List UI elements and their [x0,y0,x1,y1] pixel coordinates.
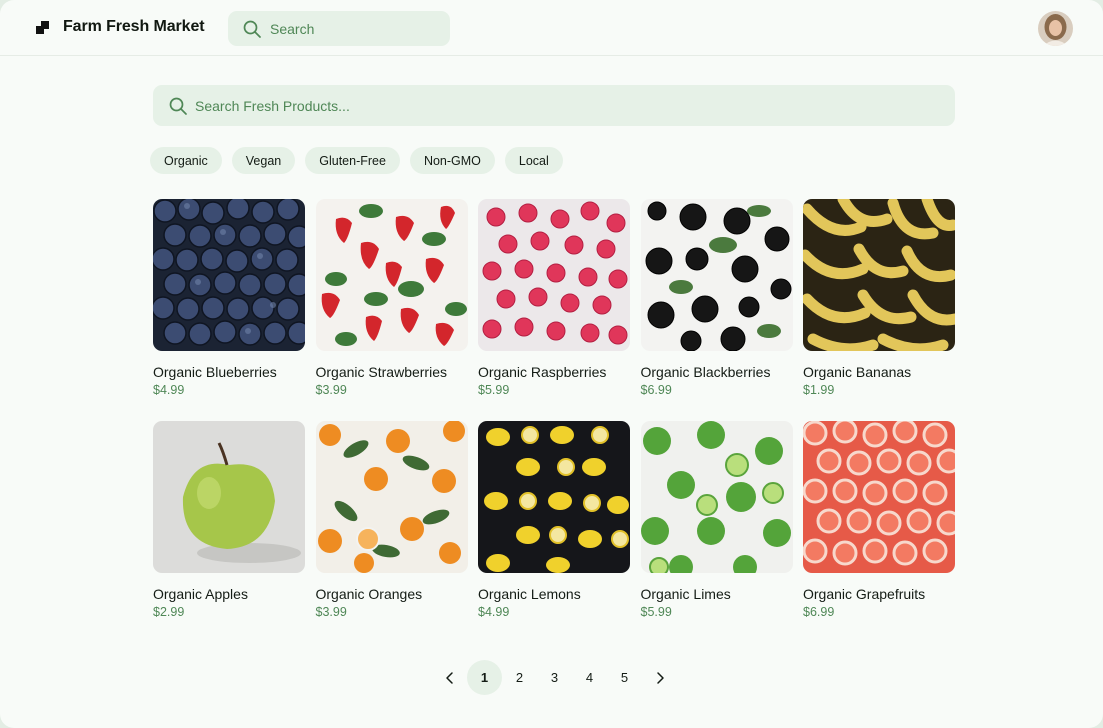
product-price: $6.99 [803,605,835,619]
product-image-raspberries [478,199,630,351]
product-card-limes[interactable]: Organic Limes $5.99 [640,421,793,619]
header-search-input[interactable]: Search [228,11,450,46]
product-image-blackberries [640,199,793,351]
product-name: Organic Bananas [803,364,912,380]
product-price: $3.99 [315,383,347,397]
next-page-button[interactable] [642,660,677,695]
product-name: Organic Limes [640,586,731,602]
product-card-grapefruits[interactable]: Organic Grapefruits $6.99 [803,421,955,619]
product-card-lemons[interactable]: Organic Lemons $4.99 [478,421,630,619]
page-button-5[interactable]: 5 [607,660,642,695]
filter-chip-gluten-free[interactable]: Gluten-Free [305,147,400,174]
page-button-1[interactable]: 1 [467,660,502,695]
logo-icon [36,21,49,34]
filter-chips: Organic Vegan Gluten-Free Non-GMO Local [150,147,563,174]
product-price: $4.99 [153,383,185,397]
page-button-2[interactable]: 2 [502,660,537,695]
product-name: Organic Oranges [315,586,423,602]
product-card-strawberries[interactable]: Organic Strawberries $3.99 [315,199,468,397]
chevron-right-icon [656,671,664,684]
product-card-oranges[interactable]: Organic Oranges $3.99 [315,421,468,619]
filter-chip-organic[interactable]: Organic [150,147,222,174]
search-icon [243,20,261,38]
product-image-blueberries [153,199,305,351]
product-card-blackberries[interactable]: Organic Blackberries $6.99 [640,199,793,397]
pagination: 1 2 3 4 5 [432,660,677,695]
product-price: $6.99 [640,383,672,397]
product-card-blueberries[interactable]: Organic Blueberries $4.99 [153,199,305,397]
page-button-4[interactable]: 4 [572,660,607,695]
filter-chip-non-gmo[interactable]: Non-GMO [409,147,495,174]
product-price: $4.99 [478,605,510,619]
product-image-grapefruits [803,421,955,573]
product-price: $1.99 [803,383,835,397]
product-image-lemons [478,421,630,573]
product-image-strawberries [315,199,468,351]
product-image-oranges [315,421,468,573]
header-search-placeholder: Search [270,20,315,37]
product-card-bananas[interactable]: Organic Bananas $1.99 [803,199,955,397]
search-icon [169,97,187,115]
product-price: $3.99 [315,605,347,619]
product-name: Organic Raspberries [478,364,607,380]
product-name: Organic Grapefruits [803,586,926,602]
app-title: Farm Fresh Market [63,18,205,35]
product-name: Organic Strawberries [315,364,448,380]
product-name: Organic Blackberries [640,364,771,380]
product-image-bananas [803,199,955,351]
product-name: Organic Lemons [478,586,581,602]
product-search-input[interactable]: Search Fresh Products... [153,85,955,126]
app-window: Farm Fresh Market Search Search Fresh Pr… [0,0,1103,728]
filter-chip-local[interactable]: Local [504,147,563,174]
product-image-apples [153,421,305,573]
top-bar: Farm Fresh Market Search [0,0,1103,56]
product-name: Organic Blueberries [153,364,277,380]
product-price: $2.99 [153,605,185,619]
filter-chip-vegan[interactable]: Vegan [231,147,296,174]
product-price: $5.99 [478,383,510,397]
product-price: $5.99 [640,605,672,619]
user-avatar[interactable] [1038,11,1073,46]
chevron-left-icon [445,671,453,684]
product-search-placeholder: Search Fresh Products... [195,97,350,114]
product-card-raspberries[interactable]: Organic Raspberries $5.99 [478,199,630,397]
prev-page-button[interactable] [432,660,467,695]
product-name: Organic Apples [153,586,248,602]
product-image-limes [640,421,793,573]
product-card-apples[interactable]: Organic Apples $2.99 [153,421,305,619]
page-button-3[interactable]: 3 [537,660,572,695]
